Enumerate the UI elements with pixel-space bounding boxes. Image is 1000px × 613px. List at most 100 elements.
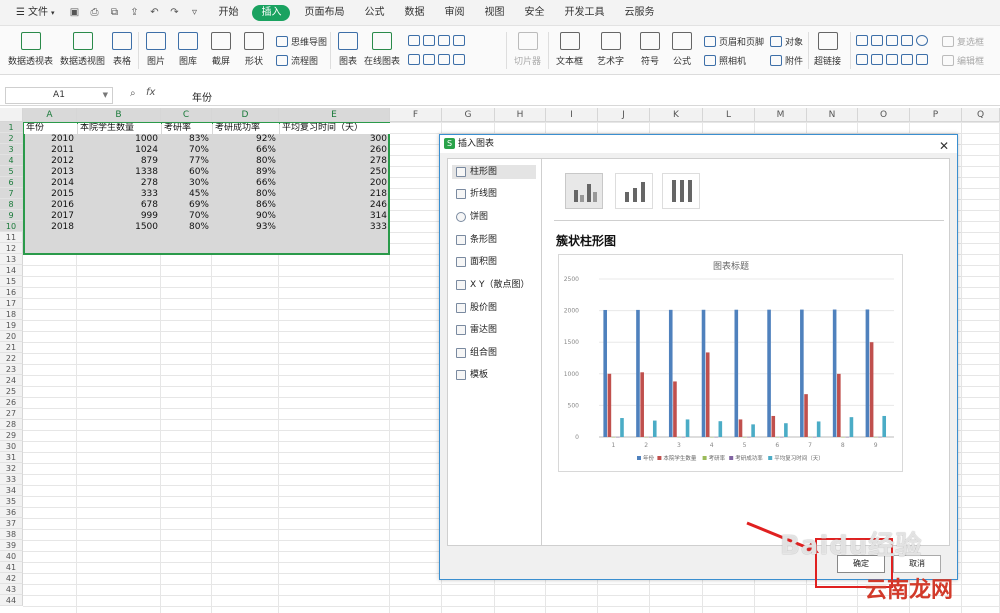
print-preview-icon[interactable]: ⧉ bbox=[108, 7, 120, 19]
checkbox-control[interactable]: 复选框 bbox=[942, 35, 984, 48]
column-header-j[interactable]: J bbox=[598, 108, 650, 122]
row-header-34[interactable]: 34 bbox=[0, 485, 23, 496]
form-control-icon[interactable] bbox=[856, 35, 868, 46]
attachment-button[interactable]: 附件 bbox=[770, 54, 803, 67]
column-header-q[interactable]: Q bbox=[962, 108, 1000, 122]
header-footer-button[interactable]: 页眉和页脚 bbox=[704, 35, 764, 48]
row-header-41[interactable]: 41 bbox=[0, 562, 23, 573]
chart-type-stock[interactable]: 股价图 bbox=[452, 301, 536, 315]
column-header-c[interactable]: C bbox=[161, 108, 212, 122]
form-control-icon[interactable] bbox=[901, 54, 913, 65]
row-header-6[interactable]: 6 bbox=[0, 177, 23, 188]
row-header-25[interactable]: 25 bbox=[0, 386, 23, 397]
row-header-36[interactable]: 36 bbox=[0, 507, 23, 518]
row-header-29[interactable]: 29 bbox=[0, 430, 23, 441]
table-cell[interactable]: 66% bbox=[212, 145, 279, 156]
row-header-28[interactable]: 28 bbox=[0, 419, 23, 430]
screenshot-button[interactable]: 截屏 bbox=[211, 26, 231, 75]
table-cell[interactable]: 278 bbox=[279, 156, 390, 167]
fx-icon[interactable]: fx bbox=[146, 87, 155, 98]
table-cell[interactable]: 2014 bbox=[23, 178, 77, 189]
table-cell[interactable]: 1024 bbox=[77, 145, 161, 156]
table-cell[interactable]: 246 bbox=[279, 200, 390, 211]
row-header-23[interactable]: 23 bbox=[0, 364, 23, 375]
table-cell[interactable]: 2011 bbox=[23, 145, 77, 156]
equation-button[interactable]: 公式 bbox=[672, 26, 692, 75]
file-menu[interactable]: ☰ 文件 ▾ bbox=[6, 0, 60, 26]
table-cell[interactable]: 333 bbox=[77, 189, 161, 200]
form-control-icon[interactable] bbox=[871, 35, 883, 46]
table-cell[interactable]: 333 bbox=[279, 222, 390, 233]
column-header-i[interactable]: I bbox=[546, 108, 598, 122]
save-icon[interactable]: ▣ bbox=[68, 7, 80, 19]
table-cell[interactable]: 300 bbox=[279, 134, 390, 145]
row-header-40[interactable]: 40 bbox=[0, 551, 23, 562]
chart-button[interactable]: 图表 bbox=[338, 26, 358, 75]
symbol-button[interactable]: 符号 bbox=[640, 26, 660, 75]
form-control-icon[interactable] bbox=[886, 35, 898, 46]
chart-type-line[interactable]: 折线图 bbox=[452, 187, 536, 201]
object-button[interactable]: 对象 bbox=[770, 35, 803, 48]
table-cell[interactable]: 879 bbox=[77, 156, 161, 167]
radio-icon[interactable] bbox=[916, 35, 928, 46]
row-header-27[interactable]: 27 bbox=[0, 408, 23, 419]
row-header-30[interactable]: 30 bbox=[0, 441, 23, 452]
tab-cloud[interactable]: 云服务 bbox=[614, 0, 664, 26]
column-header-k[interactable]: K bbox=[650, 108, 703, 122]
picture-button[interactable]: 图片 bbox=[146, 26, 166, 75]
table-cell[interactable]: 69% bbox=[161, 200, 212, 211]
table-cell[interactable]: 89% bbox=[212, 167, 279, 178]
row-header-39[interactable]: 39 bbox=[0, 540, 23, 551]
chart-type-pie[interactable]: 饼图 bbox=[452, 210, 536, 224]
pivot-chart-button[interactable]: 数据透视图 bbox=[60, 26, 105, 75]
subtype-stacked-column[interactable] bbox=[615, 173, 653, 209]
shapes-button[interactable]: 形状 bbox=[244, 26, 264, 75]
form-control-icon[interactable] bbox=[871, 54, 883, 65]
header-cell[interactable]: 年份 bbox=[24, 123, 77, 134]
table-cell[interactable]: 678 bbox=[77, 200, 161, 211]
export-icon[interactable]: ⇪ bbox=[128, 7, 140, 19]
row-header-8[interactable]: 8 bbox=[0, 199, 23, 210]
column-header-g[interactable]: G bbox=[442, 108, 495, 122]
redo-icon[interactable]: ↷ bbox=[168, 7, 180, 19]
table-cell[interactable]: 999 bbox=[77, 211, 161, 222]
row-header-24[interactable]: 24 bbox=[0, 375, 23, 386]
table-cell[interactable]: 30% bbox=[161, 178, 212, 189]
form-control-icon[interactable] bbox=[886, 54, 898, 65]
chart-type-dropdowns-2[interactable] bbox=[408, 54, 465, 65]
row-header-33[interactable]: 33 bbox=[0, 474, 23, 485]
row-header-21[interactable]: 21 bbox=[0, 342, 23, 353]
close-icon[interactable]: ✕ bbox=[939, 137, 949, 155]
table-cell[interactable]: 260 bbox=[279, 145, 390, 156]
table-cell[interactable]: 2013 bbox=[23, 167, 77, 178]
pivot-table-button[interactable]: 数据透视表 bbox=[8, 26, 53, 75]
chart-preview[interactable]: 图表标题 0 500 1000 1500 2000 2500 1 2 3 4 5 6 7 8 9 年份 本院学生数… bbox=[558, 254, 903, 472]
row-header-20[interactable]: 20 bbox=[0, 331, 23, 342]
column-header-p[interactable]: P bbox=[910, 108, 962, 122]
row-header-17[interactable]: 17 bbox=[0, 298, 23, 309]
row-header-7[interactable]: 7 bbox=[0, 188, 23, 199]
table-cell[interactable]: 2012 bbox=[23, 156, 77, 167]
editbox-control[interactable]: 编辑框 bbox=[942, 54, 984, 67]
chart-type-scatter[interactable]: X Y（散点图） bbox=[452, 278, 536, 292]
row-header-42[interactable]: 42 bbox=[0, 573, 23, 584]
row-header-12[interactable]: 12 bbox=[0, 243, 23, 254]
table-cell[interactable]: 92% bbox=[212, 134, 279, 145]
table-cell[interactable]: 70% bbox=[161, 211, 212, 222]
tab-data[interactable]: 数据 bbox=[394, 0, 434, 26]
header-cell[interactable]: 平均复习时间（天） bbox=[280, 123, 390, 134]
table-cell[interactable]: 2015 bbox=[23, 189, 77, 200]
form-control-icon[interactable] bbox=[916, 54, 928, 65]
table-cell[interactable]: 60% bbox=[161, 167, 212, 178]
camera-button[interactable]: 照相机 bbox=[704, 54, 746, 67]
textbox-button[interactable]: 文本框 bbox=[556, 26, 583, 75]
name-box[interactable]: A1 ▼ bbox=[5, 87, 113, 104]
row-header-16[interactable]: 16 bbox=[0, 287, 23, 298]
row-header-14[interactable]: 14 bbox=[0, 265, 23, 276]
tab-view[interactable]: 视图 bbox=[474, 0, 514, 26]
subtype-percent-stacked-column[interactable] bbox=[662, 173, 700, 209]
column-header-f[interactable]: F bbox=[390, 108, 442, 122]
column-header-d[interactable]: D bbox=[212, 108, 279, 122]
row-header-13[interactable]: 13 bbox=[0, 254, 23, 265]
gallery-button[interactable]: 图库 bbox=[178, 26, 198, 75]
